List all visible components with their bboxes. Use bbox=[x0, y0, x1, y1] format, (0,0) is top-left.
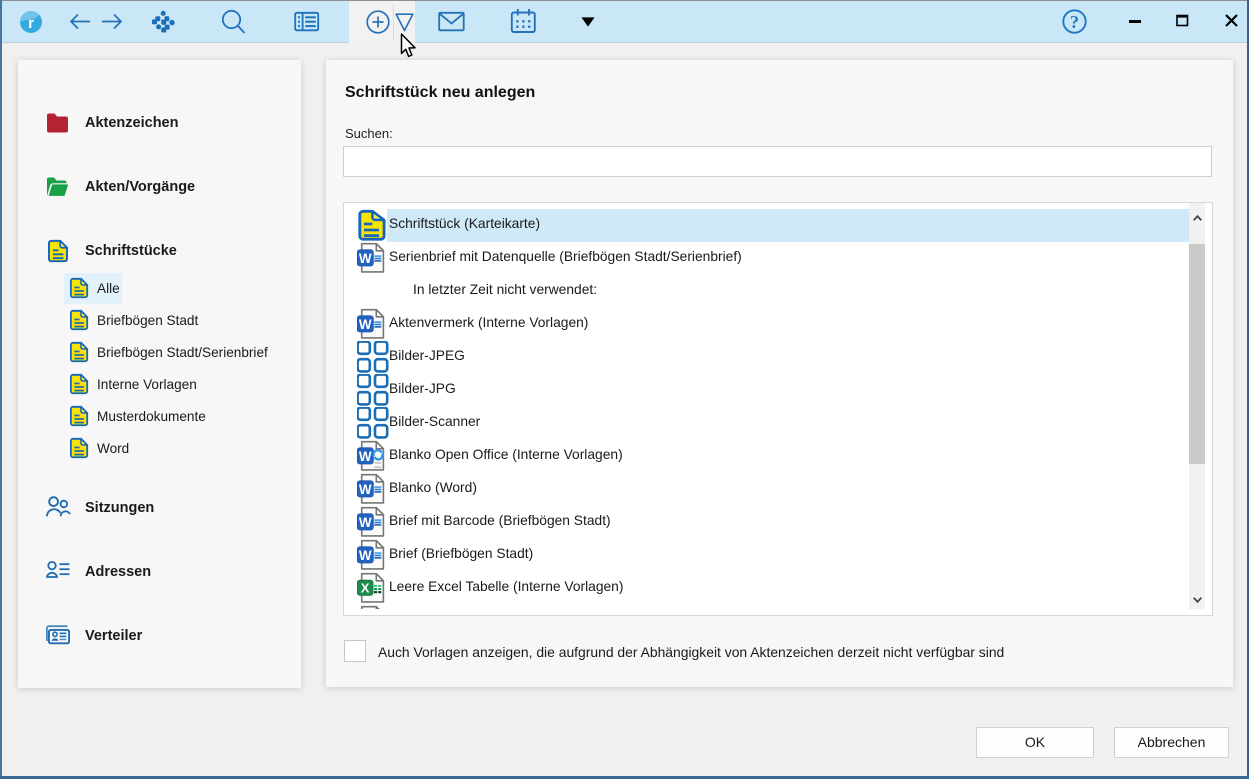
svg-text:r: r bbox=[28, 15, 34, 32]
svg-text:?: ? bbox=[1070, 12, 1079, 32]
